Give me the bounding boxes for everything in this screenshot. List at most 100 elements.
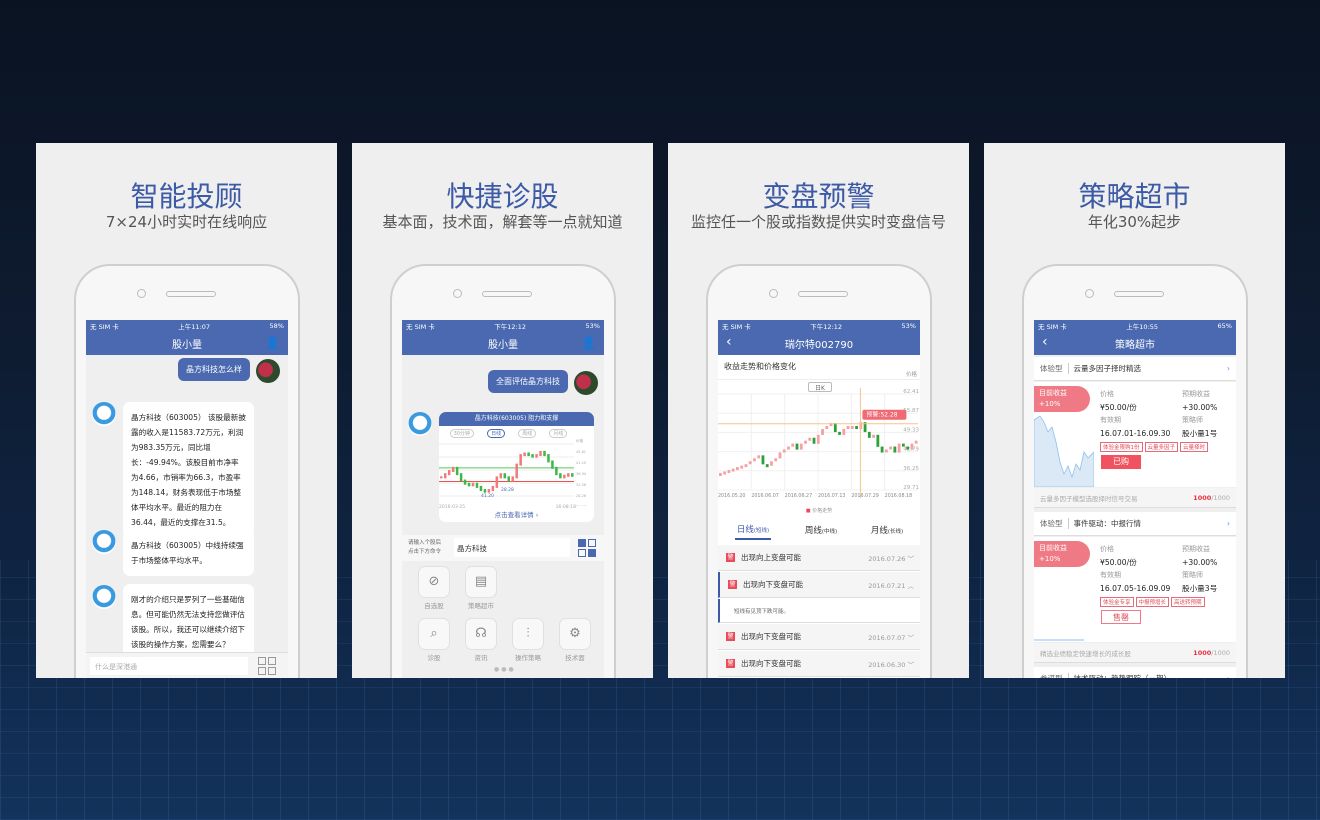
view-detail-link[interactable]: 点击查看详情 ›: [439, 509, 594, 519]
page-dots[interactable]: ●●●: [494, 666, 516, 673]
stock-input[interactable]: 晶方科技: [454, 538, 570, 557]
bot-message: 晶方科技（603005） 该股最新披露的收入是11583.72万元，利润为983…: [123, 402, 254, 538]
candle: [563, 474, 566, 479]
news-button[interactable]: ☊: [465, 618, 497, 650]
candle: [842, 428, 846, 435]
menu-grid-icon[interactable]: [578, 539, 596, 557]
strategy-market-label: 策略超市: [468, 602, 494, 610]
x-tick: 2016.07.29: [851, 493, 878, 498]
candle: [872, 434, 875, 438]
user-icon[interactable]: 👤: [265, 336, 280, 350]
strategy-type: 参谋型: [1040, 673, 1069, 678]
price-label: 价格: [1100, 390, 1114, 398]
chevron-right-icon: ›: [1227, 519, 1230, 528]
alert-detail: 短线有见顶下跌可能。: [718, 599, 920, 623]
chart-card[interactable]: 晶方科技(603005) 阻力和支撑 30分钟 日线 周线 月线 价格 45.61…: [439, 412, 594, 522]
nav-title: 瑞尔特002790: [784, 340, 854, 351]
message-input[interactable]: 什么是深港通: [90, 657, 248, 675]
candle: [567, 473, 570, 477]
panel-title: 变盘预警: [762, 180, 875, 213]
clock: 上午10:55: [1126, 323, 1159, 331]
candle: [491, 485, 495, 492]
expected-label: 预期收益: [1182, 545, 1210, 553]
strategy-name: 云量多因子择时精选: [1073, 364, 1142, 373]
purchased-button[interactable]: 已购: [1101, 455, 1141, 469]
bot-avatar: [92, 530, 116, 554]
technical-button[interactable]: ⚙: [559, 618, 591, 650]
total-count: /1000: [1211, 648, 1230, 657]
strategy-type: 体验型: [1040, 363, 1069, 374]
alert-item[interactable]: 警出现向下变盘可能 2016.06.30 ﹀: [718, 651, 920, 677]
axis-tick: 价格: [576, 438, 584, 443]
sold-out-button[interactable]: 售罄: [1101, 610, 1141, 624]
tag: 中报预增长: [1135, 597, 1170, 607]
nav-bar: 股小量 👤: [402, 332, 604, 355]
price-value: ¥50.00/份: [1100, 403, 1137, 412]
axis-tick: 36.94: [576, 472, 587, 476]
alert-item[interactable]: 警出现向上变盘可能 2016.07.26 ﹀: [718, 545, 920, 571]
tab-weekly[interactable]: 周线(中线): [805, 524, 837, 536]
candle: [483, 489, 487, 493]
current-gain-badge: 目前收益 +10%: [1034, 386, 1090, 412]
legend-label: 价格走势: [812, 508, 833, 514]
back-icon[interactable]: ‹: [726, 334, 732, 350]
battery: 58%: [269, 322, 284, 330]
price-value: ¥50.00/份: [1100, 558, 1137, 567]
strategist-value: 股小量3号: [1182, 584, 1218, 593]
alert-item[interactable]: 警出现向下变盘可能 2016.07.07 ﹀: [718, 624, 920, 650]
candle: [740, 465, 744, 469]
strategy-market-button[interactable]: ▤: [465, 566, 497, 598]
candle: [519, 454, 522, 466]
alert-date: 2016.07.07 ﹀: [868, 633, 914, 642]
user-icon[interactable]: 👤: [581, 336, 596, 350]
strategy-card[interactable]: 目前收益 +10% 价格 ¥50.00/份 有效期 16.07.01-16.09.30…: [1034, 382, 1236, 487]
candle: [880, 446, 884, 453]
strategy-header[interactable]: 参谋型技术驱动：趋势跟踪（一期） ›: [1034, 667, 1236, 678]
expected-value: +30.00%: [1182, 403, 1218, 412]
candle: [527, 452, 530, 457]
diagnose-button[interactable]: ⌕: [418, 618, 450, 650]
strategy-header[interactable]: 体验型 事件驱动：中报行情 ›: [1034, 512, 1236, 536]
x-tick: 2016.06.27: [785, 493, 812, 498]
candle: [893, 446, 897, 453]
candle: [731, 468, 735, 472]
watchlist-button[interactable]: ⊘: [418, 566, 450, 598]
candle: [876, 434, 880, 447]
candle: [774, 458, 778, 462]
candle: [535, 454, 538, 458]
candle: [787, 446, 790, 450]
candle: [515, 463, 518, 479]
tab-monthly[interactable]: 月线(长线): [871, 524, 903, 536]
candle: [523, 452, 526, 457]
strategist-label: 策略师: [1182, 571, 1203, 579]
candle: [804, 440, 807, 444]
warning-icon: 警: [726, 659, 735, 668]
strategy-card[interactable]: 目前收益 +10% 价格 ¥50.00/份 有效期 16.07.05-16.09.09…: [1034, 537, 1236, 642]
price-label: 价格: [1100, 545, 1114, 553]
valid-value: 16.07.01-16.09.30: [1100, 429, 1171, 438]
battery: 53%: [901, 322, 916, 330]
strategy-header[interactable]: 体验型 云量多因子择时精选 ›: [1034, 357, 1236, 381]
nav-title: 策略超市: [1115, 340, 1155, 351]
panel-title: 策略超市: [1078, 180, 1191, 213]
trade-strategy-button[interactable]: ⫶: [512, 618, 544, 650]
user-message: 全面评估晶方科技: [488, 370, 568, 393]
axis-tick: 45.61: [576, 450, 586, 454]
chevron-right-icon: ›: [1227, 364, 1230, 373]
alert-item[interactable]: 警出现向下变盘可能 2016.07.21 ︿: [718, 572, 920, 598]
candle: [551, 460, 554, 469]
panel-smart-advisor: 智能投顾 7×24小时实时在线响应 无 SIM 卡 上午11:07 58% 股小量 👤…: [36, 143, 337, 678]
strategy-name: 事件驱动：中报行情: [1073, 519, 1142, 528]
tab-daily[interactable]: 日线(短线): [734, 520, 772, 540]
menu-grid-icon[interactable]: [258, 657, 276, 675]
candle: [511, 476, 514, 482]
x-tick: 2016.07.13: [818, 493, 845, 498]
expected-value: +30.00%: [1182, 558, 1218, 567]
back-icon[interactable]: ‹: [1042, 334, 1048, 350]
candle: [816, 434, 820, 444]
y-tick: 62.41: [903, 389, 919, 395]
expected-label: 预期收益: [1182, 390, 1210, 398]
valid-label: 有效期: [1100, 571, 1121, 579]
command-bar: 请输入个股后 点击下方命令 晶方科技: [402, 535, 604, 561]
candle: [507, 476, 510, 482]
